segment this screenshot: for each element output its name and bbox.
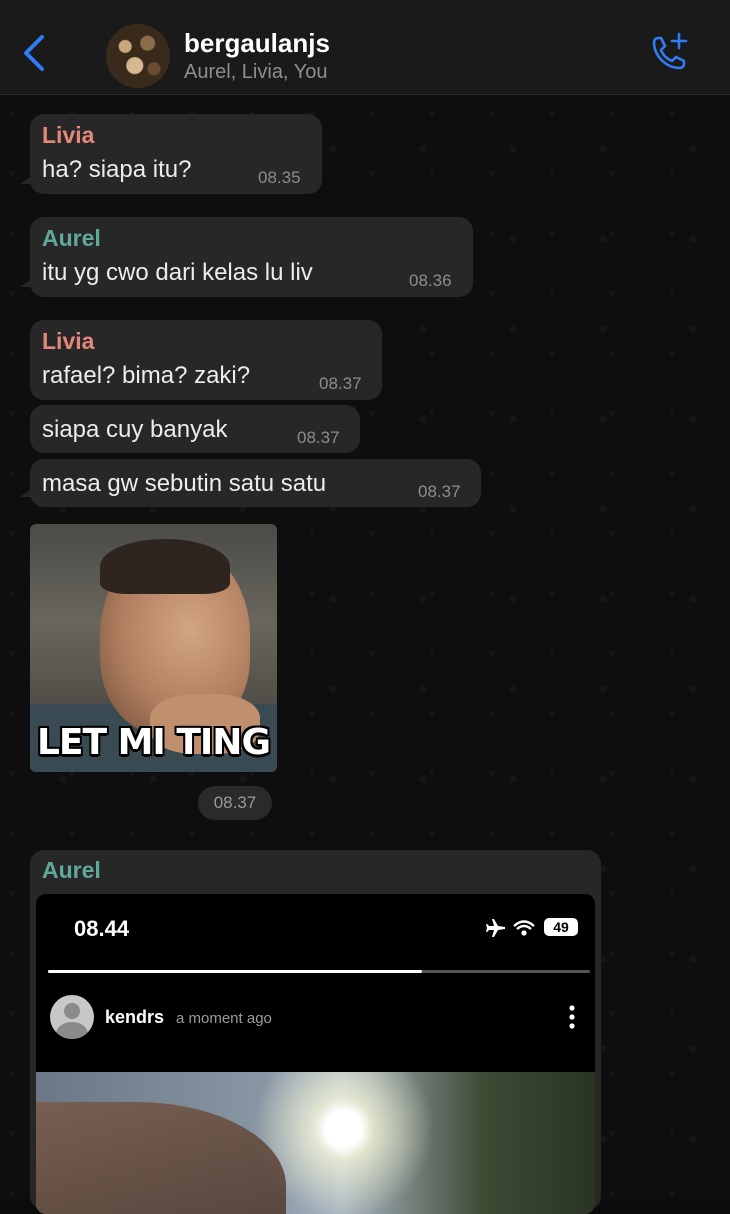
story-progress-fill [48,970,422,973]
meme-time: 08.37 [198,786,272,820]
shared-screenshot[interactable]: 08.44 49 kendrs a moment ago [36,894,595,1214]
battery-indicator: 49 [544,918,578,936]
sender-name: Aurel [42,857,101,883]
message-time: 08.36 [409,271,452,290]
message-bubble[interactable]: Aurel itu yg cwo dari kelas lu liv 08.36 [20,217,473,297]
avatar-head [64,1003,80,1019]
image-message-bubble[interactable]: Aurel 08.44 49 kendrs a moment ago [30,850,601,1214]
airplane-wifi-icons [486,919,535,937]
bubble-tail [20,489,32,497]
sender-name: Livia [42,122,95,148]
message-time: 08.35 [258,168,301,187]
group-name[interactable]: bergaulanjs [184,28,330,59]
message-time: 08.37 [418,482,461,501]
group-members[interactable]: Aurel, Livia, You [184,61,327,84]
sender-name: Livia [42,328,95,354]
back-chevron-icon[interactable] [18,33,48,73]
story-photo [36,1072,595,1214]
sender-name: Aurel [42,225,101,251]
message-bubble[interactable]: siapa cuy banyak 08.37 [30,405,360,453]
avatar-body [56,1022,88,1039]
message-text: siapa cuy banyak [42,416,228,443]
story-username[interactable]: kendrs [105,1007,164,1028]
meme-hair [100,539,230,594]
message-bubble[interactable]: Livia ha? siapa itu? 08.35 [20,114,322,194]
bubble-tail [20,176,32,184]
chat-header: bergaulanjs Aurel, Livia, You [0,0,730,95]
more-options-icon[interactable] [562,1004,582,1030]
meme-caption: LET MI TING [36,722,271,763]
message-text: itu yg cwo dari kelas lu liv [42,259,313,286]
story-avatar[interactable] [50,995,94,1039]
group-avatar[interactable] [106,24,170,88]
add-call-icon[interactable] [646,32,690,76]
meme-image[interactable]: LET MI TING [30,524,277,772]
message-text: ha? siapa itu? [42,156,192,183]
story-photo-arm [36,1102,286,1214]
story-progress-bar [48,970,590,973]
story-timestamp: a moment ago [176,1010,272,1027]
message-bubble[interactable]: masa gw sebutin satu satu 08.37 [20,459,481,507]
message-text: rafael? bima? zaki? [42,362,251,389]
message-text: masa gw sebutin satu satu [42,470,327,497]
message-time: 08.37 [319,374,362,393]
status-bar-time: 08.44 [74,916,130,941]
message-bubble[interactable]: Livia rafael? bima? zaki? 08.37 [30,320,382,400]
message-time: 08.37 [297,428,340,447]
bubble-tail [20,279,32,287]
